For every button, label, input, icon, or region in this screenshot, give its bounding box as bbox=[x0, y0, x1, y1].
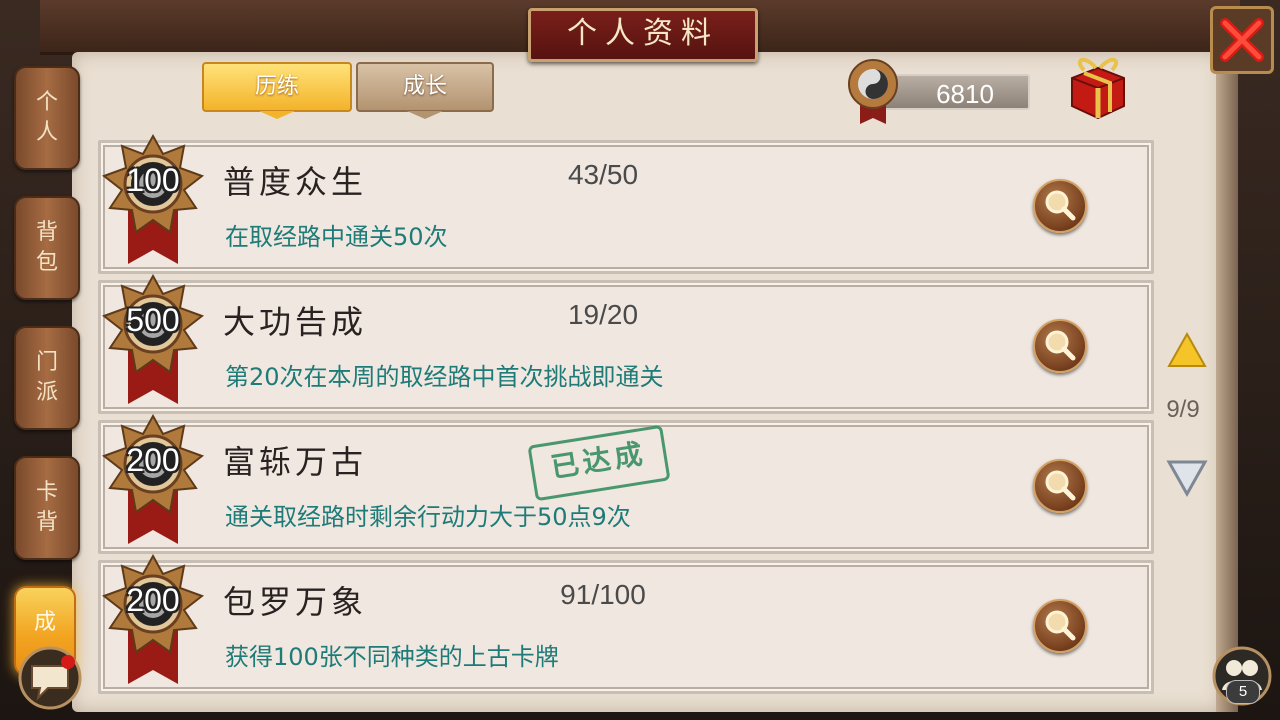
achievement-title: 富轹万古 bbox=[223, 443, 368, 481]
gift-box-icon[interactable] bbox=[1062, 52, 1134, 124]
magnifier-icon bbox=[1045, 470, 1076, 501]
achievement-title: 普度众生 bbox=[223, 163, 368, 201]
achievement-description: 获得100张不同种类的上古卡牌 bbox=[225, 643, 559, 671]
side-tab-cardback[interactable]: 卡 背 bbox=[14, 456, 80, 560]
side-tab-char: 卡 bbox=[35, 480, 58, 505]
achievement-medal: 200 bbox=[98, 552, 208, 692]
close-icon bbox=[1220, 18, 1264, 62]
side-tab-char: 成 bbox=[33, 610, 56, 635]
side-tab-char: 个 bbox=[35, 90, 58, 115]
achievement-row: 包罗万象 91/100 获得100张不同种类的上古卡牌 bbox=[98, 560, 1154, 694]
tab-notch bbox=[259, 111, 295, 119]
details-button[interactable] bbox=[1033, 599, 1087, 653]
details-button[interactable] bbox=[1033, 319, 1087, 373]
achievement-row: 富轹万古 已达成 通关取经路时剩余行动力大于50点9次 bbox=[98, 420, 1154, 554]
scroll-down-arrow-icon[interactable] bbox=[1165, 458, 1209, 498]
close-button[interactable] bbox=[1210, 6, 1274, 74]
achievement-medal: 100 bbox=[98, 132, 208, 272]
medal-icon bbox=[101, 133, 205, 264]
side-tab-char: 背 bbox=[35, 220, 58, 245]
tab-label: 历练 bbox=[254, 74, 299, 99]
achievement-row: 大功告成 19/20 第20次在本周的取经路中首次挑战即通关 bbox=[98, 280, 1154, 414]
tab-notch bbox=[407, 111, 443, 119]
magnifier-icon bbox=[1045, 610, 1076, 641]
tab-training[interactable]: 历练 bbox=[202, 62, 352, 119]
medal-icon bbox=[101, 553, 205, 684]
achievement-title: 大功告成 bbox=[223, 303, 368, 341]
achievement-row: 普度众生 43/50 在取经路中通关50次 bbox=[98, 140, 1154, 274]
chat-icon[interactable] bbox=[18, 646, 82, 710]
side-tab-char: 人 bbox=[35, 120, 58, 145]
achievement-description: 通关取经路时剩余行动力大于50点9次 bbox=[225, 503, 631, 531]
medal-points: 200 bbox=[126, 442, 180, 478]
magnifier-icon bbox=[1045, 330, 1076, 361]
tab-growth[interactable]: 成长 bbox=[356, 62, 494, 119]
details-button[interactable] bbox=[1033, 179, 1087, 233]
achievement-medal: 200 bbox=[98, 412, 208, 552]
achievement-description: 在取经路中通关50次 bbox=[225, 223, 448, 251]
details-button[interactable] bbox=[1033, 459, 1087, 513]
friends-count-badge: 5 bbox=[1226, 680, 1260, 704]
page-indicator: 9/9 bbox=[1166, 396, 1200, 423]
side-tab-backpack[interactable]: 背 包 bbox=[14, 196, 80, 300]
side-tab-personal[interactable]: 个 人 bbox=[14, 66, 80, 170]
yin-yang-medal-icon bbox=[848, 59, 898, 124]
achievement-progress: 91/100 bbox=[560, 579, 646, 610]
medal-points: 100 bbox=[126, 162, 180, 198]
achievement-description: 第20次在本周的取经路中首次挑战即通关 bbox=[225, 363, 664, 391]
panel-edge bbox=[1216, 52, 1238, 712]
side-tab-char: 门 bbox=[35, 350, 58, 375]
medal-points: 500 bbox=[126, 302, 180, 338]
achievement-medal: 500 bbox=[98, 272, 208, 412]
medal-icon bbox=[101, 273, 205, 404]
achievement-progress: 19/20 bbox=[567, 299, 639, 330]
achievement-title: 包罗万象 bbox=[223, 583, 368, 621]
window-title: 个人资料 bbox=[528, 8, 758, 62]
side-tab-char: 派 bbox=[35, 380, 58, 405]
completed-stamp: 已达成 bbox=[527, 424, 671, 502]
medal-icon bbox=[101, 413, 205, 544]
scroll-up-arrow-icon[interactable] bbox=[1165, 330, 1209, 370]
points-display: 6810 bbox=[880, 74, 1030, 110]
side-tab-char: 包 bbox=[35, 250, 58, 275]
side-tab-sect[interactable]: 门 派 bbox=[14, 326, 80, 430]
magnifier-icon bbox=[1045, 190, 1076, 221]
side-tab-char: 背 bbox=[35, 510, 58, 535]
achievement-progress: 43/50 bbox=[567, 159, 639, 190]
tab-label: 成长 bbox=[402, 74, 447, 99]
medal-points: 200 bbox=[126, 582, 180, 618]
